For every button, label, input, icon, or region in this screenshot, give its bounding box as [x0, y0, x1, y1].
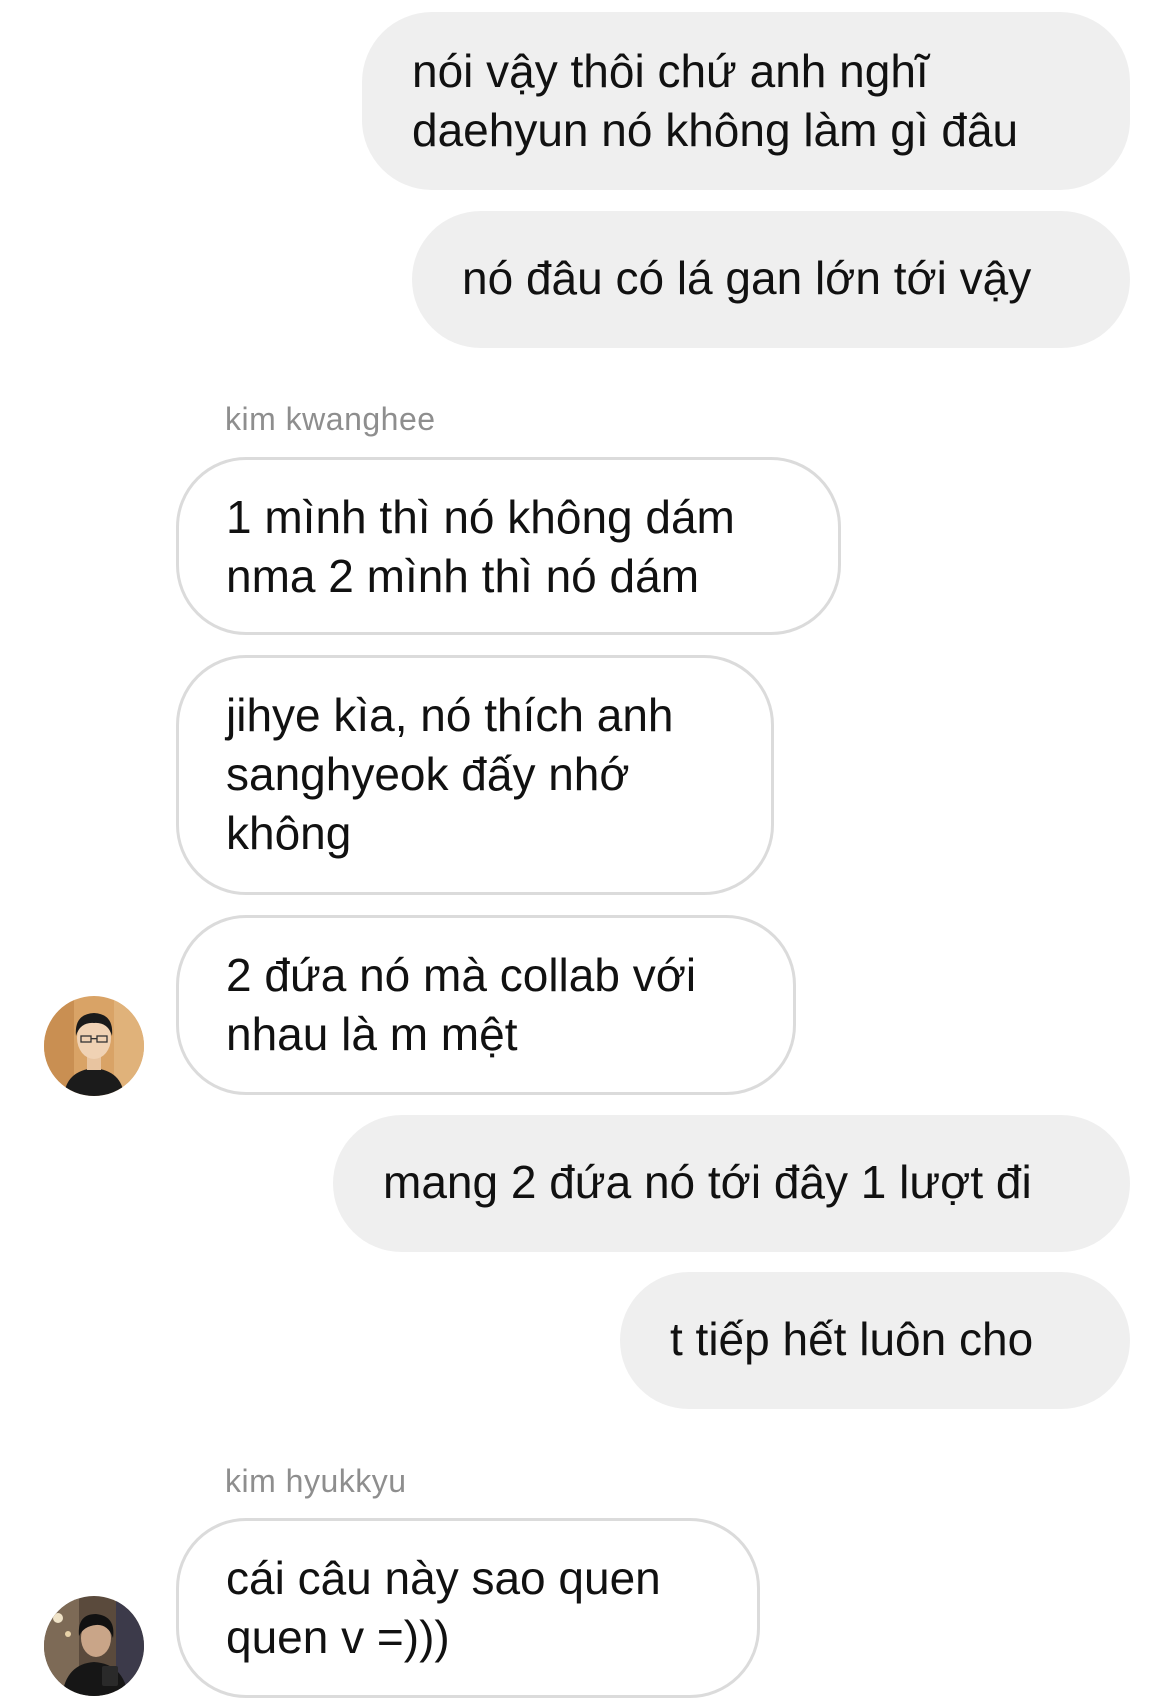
message-bubble-outgoing[interactable]: nói vậy thôi chứ anh nghĩ daehyun nó khô… — [362, 12, 1130, 190]
profile-photo-icon — [44, 1596, 144, 1696]
message-bubble-incoming[interactable]: 1 mình thì nó không dám nma 2 mình thì n… — [176, 457, 841, 635]
avatar[interactable] — [44, 1596, 144, 1696]
message-bubble-outgoing[interactable]: mang 2 đứa nó tới đây 1 lượt đi — [333, 1115, 1130, 1252]
sender-name: kim kwanghee — [225, 401, 436, 437]
message-bubble-outgoing[interactable]: t tiếp hết luôn cho — [620, 1272, 1130, 1409]
message-bubble-outgoing[interactable]: nó đâu có lá gan lớn tới vậy — [412, 211, 1130, 348]
message-bubble-incoming[interactable]: jihye kìa, nó thích anh sanghyeok đấy nh… — [176, 655, 774, 895]
message-bubble-incoming[interactable]: 2 đứa nó mà collab với nhau là m mệt — [176, 915, 796, 1095]
sender-name: kim hyukkyu — [225, 1463, 407, 1499]
profile-photo-icon — [44, 996, 144, 1096]
avatar[interactable] — [44, 996, 144, 1096]
message-bubble-incoming[interactable]: cái câu này sao quen quen v =))) — [176, 1518, 760, 1698]
